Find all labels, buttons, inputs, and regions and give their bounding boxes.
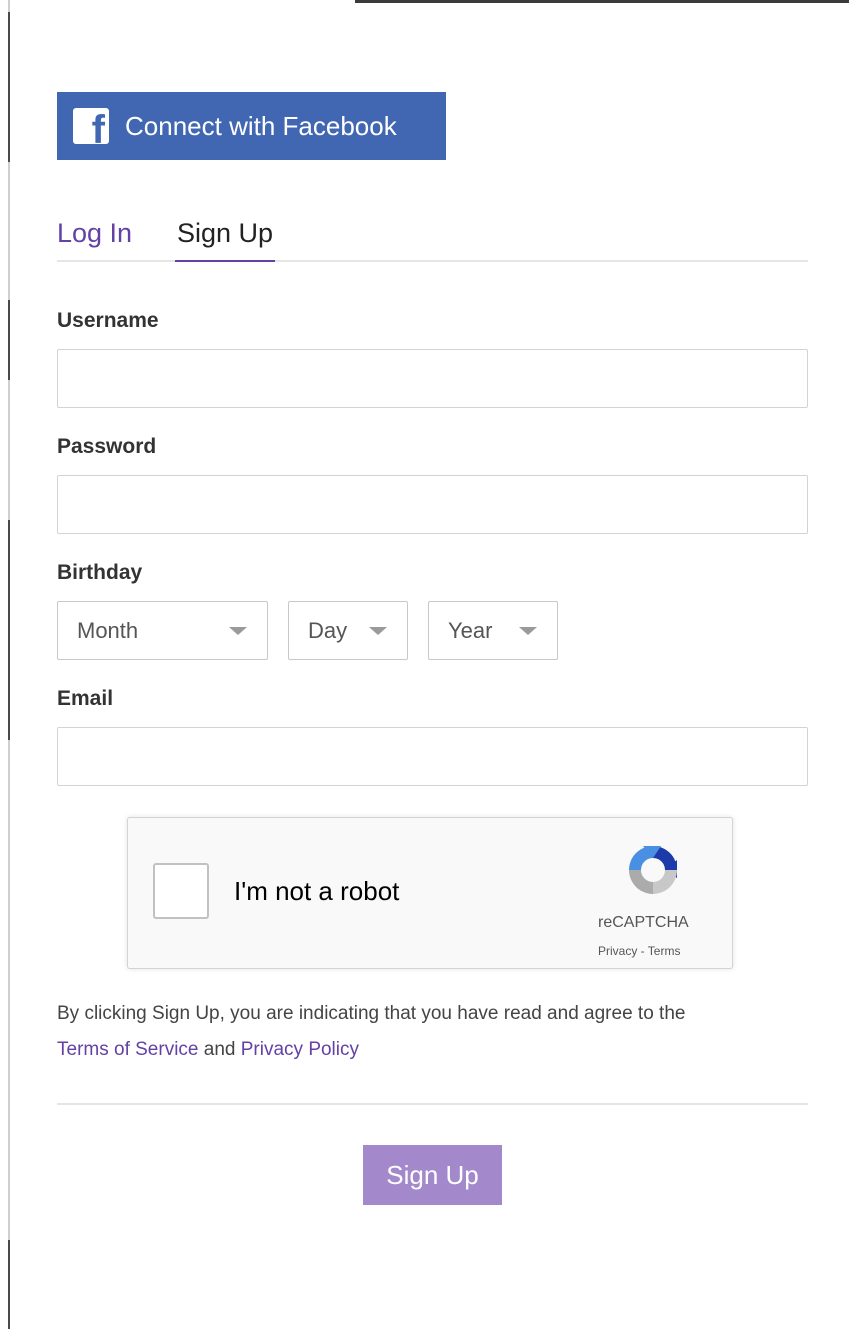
- year-select-value: Year: [448, 617, 493, 643]
- birthday-label: Birthday: [57, 561, 143, 584]
- chevron-down-icon: [369, 626, 387, 635]
- recaptcha-checkbox[interactable]: [153, 863, 209, 919]
- email-input[interactable]: [57, 727, 808, 786]
- connect-facebook-label: Connect with Facebook: [125, 110, 397, 141]
- legal-and: and: [198, 1039, 241, 1060]
- chevron-down-icon: [229, 626, 247, 635]
- tab-sign-up[interactable]: Sign Up: [175, 212, 276, 262]
- month-select-value: Month: [77, 617, 139, 643]
- day-select-value: Day: [308, 617, 348, 643]
- window-top-border: [355, 0, 849, 3]
- recaptcha-links: Privacy - Terms: [598, 944, 680, 958]
- auth-tabs: Log In Sign Up: [57, 212, 808, 262]
- year-select[interactable]: Year: [428, 601, 558, 660]
- month-select[interactable]: Month: [57, 601, 268, 660]
- legal-text: By clicking Sign Up, you are indicating …: [57, 1003, 686, 1024]
- sign-up-button[interactable]: Sign Up: [363, 1145, 502, 1205]
- recaptcha-widget: I'm not a robot reCAPTCHA Privacy - Term…: [127, 817, 733, 969]
- recaptcha-label: I'm not a robot: [234, 876, 400, 906]
- divider: [57, 1103, 808, 1105]
- connect-facebook-button[interactable]: f Connect with Facebook: [57, 92, 446, 160]
- username-input[interactable]: [57, 349, 808, 408]
- password-input[interactable]: [57, 475, 808, 534]
- facebook-icon: f: [73, 108, 109, 144]
- day-select[interactable]: Day: [288, 601, 408, 660]
- recaptcha-privacy-link[interactable]: Privacy: [598, 944, 637, 958]
- tab-log-in[interactable]: Log In: [57, 212, 132, 262]
- username-label: Username: [57, 309, 159, 332]
- email-label: Email: [57, 687, 114, 710]
- window-left-border: [8, 0, 10, 1329]
- password-label: Password: [57, 435, 157, 458]
- legal-notice: By clicking Sign Up, you are indicating …: [57, 996, 817, 1068]
- recaptcha-logo-icon: [629, 846, 677, 894]
- recaptcha-brand: reCAPTCHA: [598, 914, 689, 931]
- recaptcha-terms-link[interactable]: Terms: [648, 944, 681, 958]
- recaptcha-links-separator: -: [637, 944, 648, 958]
- terms-of-service-link[interactable]: Terms of Service: [57, 1039, 198, 1060]
- chevron-down-icon: [519, 626, 537, 635]
- privacy-policy-link[interactable]: Privacy Policy: [241, 1039, 359, 1060]
